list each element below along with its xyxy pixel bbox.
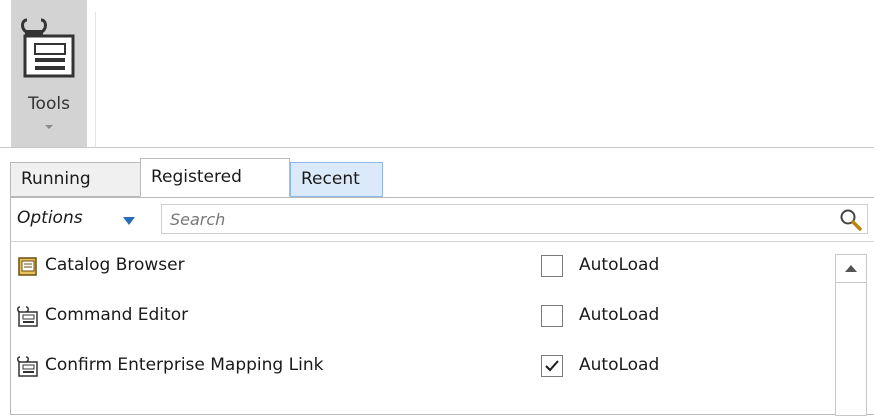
- catalog-browser-icon: [18, 257, 37, 276]
- autoload-checkbox[interactable]: [541, 355, 563, 377]
- tool-window-icon: [17, 306, 38, 327]
- add-in-list: Catalog Browser AutoLoad Command Editor …: [11, 242, 835, 416]
- options-menu-label[interactable]: Options: [17, 208, 83, 228]
- scroll-up-button[interactable]: [836, 255, 866, 283]
- ribbon-separator: [95, 12, 96, 147]
- tool-window-icon: [17, 356, 38, 377]
- tab-running[interactable]: Running: [10, 162, 140, 197]
- list-item[interactable]: Confirm Enterprise Mapping Link AutoLoad: [11, 342, 835, 392]
- tab-recent[interactable]: Recent: [290, 162, 383, 197]
- vertical-scrollbar[interactable]: [835, 254, 867, 416]
- ribbon: Tools: [0, 0, 874, 147]
- search-icon[interactable]: [839, 208, 863, 232]
- checkmark-icon: [545, 360, 559, 372]
- list-item[interactable]: Catalog Browser AutoLoad: [11, 242, 835, 292]
- tools-icon: [21, 18, 75, 78]
- tools-label: Tools: [28, 94, 70, 114]
- autoload-checkbox[interactable]: [541, 255, 563, 277]
- add-in-manager-panel: Running Registered Recent Options Search…: [0, 147, 874, 416]
- autoload-label: AutoLoad: [579, 305, 660, 325]
- list-item-label: Catalog Browser: [45, 255, 185, 275]
- search-input[interactable]: [161, 204, 868, 234]
- autoload-label: AutoLoad: [579, 255, 660, 275]
- autoload-checkbox[interactable]: [541, 305, 563, 327]
- list-item-label: Command Editor: [45, 305, 189, 325]
- tools-button[interactable]: Tools: [11, 0, 87, 147]
- tab-registered[interactable]: Registered: [140, 158, 290, 197]
- list-item-label: Confirm Enterprise Mapping Link: [45, 355, 324, 375]
- chevron-down-icon: [45, 125, 53, 129]
- list-item[interactable]: Command Editor AutoLoad: [11, 292, 835, 342]
- options-dropdown-icon[interactable]: [123, 217, 135, 225]
- chevron-up-icon: [845, 265, 857, 272]
- list-toolbar: Options: [11, 198, 874, 242]
- tab-content: Options Catalog Browser AutoLoad: [10, 197, 874, 416]
- autoload-label: AutoLoad: [579, 355, 660, 375]
